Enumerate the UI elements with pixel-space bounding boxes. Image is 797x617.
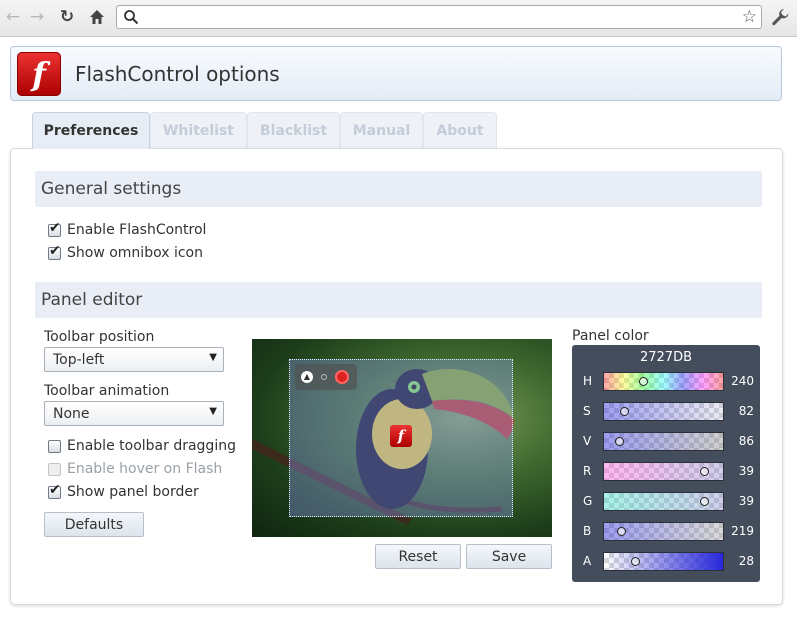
- back-arrow-icon[interactable]: ←: [2, 6, 24, 28]
- slider-handle[interactable]: [616, 527, 626, 536]
- block-icon[interactable]: [335, 370, 349, 384]
- save-button[interactable]: Save: [466, 544, 552, 569]
- slider-handle[interactable]: [699, 497, 709, 506]
- channel-label: S: [583, 404, 591, 418]
- color-channel-s: S 82: [572, 402, 760, 422]
- color-hex-value: 2727DB: [639, 350, 692, 365]
- enable-toolbar-dragging-label: Enable toolbar dragging: [67, 438, 236, 454]
- channel-value: 219: [731, 524, 754, 538]
- channel-label: R: [583, 464, 592, 478]
- enable-flashcontrol-option[interactable]: Enable FlashControl: [48, 220, 207, 238]
- show-panel-border-checkbox[interactable]: [48, 482, 61, 499]
- channel-slider-s[interactable]: [603, 402, 724, 421]
- show-omnibox-icon-checkbox[interactable]: [48, 243, 61, 260]
- show-omnibox-icon-option[interactable]: Show omnibox icon: [48, 243, 203, 261]
- slider-handle[interactable]: [699, 467, 709, 476]
- defaults-button[interactable]: Defaults: [44, 512, 144, 537]
- slider-handle[interactable]: [639, 377, 649, 386]
- channel-value: 240: [731, 374, 754, 388]
- tab-blacklist[interactable]: Blacklist: [247, 112, 340, 148]
- panel-color-label: Panel color: [572, 328, 649, 344]
- tab-whitelist[interactable]: Whitelist: [150, 112, 247, 148]
- toolbar-animation-select[interactable]: None ▼: [44, 401, 224, 426]
- toolbar-position-label: Toolbar position: [44, 329, 155, 345]
- eject-icon[interactable]: ▲: [301, 371, 313, 383]
- channel-label: A: [583, 554, 592, 568]
- channel-value: 39: [738, 464, 754, 478]
- channel-value: 86: [738, 434, 754, 448]
- toolbar-animation-value: None: [53, 405, 90, 422]
- color-channel-b: B 219: [572, 522, 760, 542]
- slider-handle[interactable]: [630, 557, 640, 566]
- channel-label: G: [583, 494, 593, 508]
- tab-manual[interactable]: Manual: [340, 112, 423, 148]
- panel-preview: ▲ f: [252, 339, 552, 537]
- flash-toolbar[interactable]: ▲: [295, 364, 357, 390]
- channel-slider-b[interactable]: [603, 522, 724, 541]
- show-panel-border-label: Show panel border: [67, 484, 199, 500]
- color-channel-r: R 39: [572, 462, 760, 482]
- color-picker: 2727DB H 240 S 82 V 86 R 39 G 39 B 219 A 28: [572, 345, 760, 582]
- show-omnibox-icon-label: Show omnibox icon: [67, 245, 203, 261]
- slider-handle[interactable]: [620, 407, 630, 416]
- channel-value: 39: [738, 494, 754, 508]
- channel-label: V: [583, 434, 592, 448]
- channel-label: B: [583, 524, 592, 538]
- home-icon[interactable]: [86, 6, 108, 28]
- color-channel-h: H 240: [572, 372, 760, 392]
- caret-down-icon: ▼: [209, 352, 217, 363]
- slider-handle[interactable]: [615, 437, 625, 446]
- reset-button[interactable]: Reset: [375, 544, 461, 569]
- dot-icon: [321, 374, 327, 380]
- toolbar-animation-label: Toolbar animation: [44, 383, 170, 399]
- channel-label: H: [583, 374, 593, 388]
- panel-editor-heading: Panel editor: [35, 282, 762, 318]
- channel-slider-g[interactable]: [603, 492, 724, 511]
- color-channel-a: A 28: [572, 552, 760, 572]
- enable-toolbar-dragging-option[interactable]: Enable toolbar dragging: [48, 438, 236, 454]
- star-icon[interactable]: ☆: [742, 7, 757, 27]
- channel-slider-r[interactable]: [603, 462, 724, 481]
- show-panel-border-option[interactable]: Show panel border: [48, 482, 199, 500]
- browser-toolbar: ← → ↻ ☆: [0, 0, 797, 37]
- preferences-panel: General settings Enable FlashControl Sho…: [10, 148, 783, 605]
- options-header: f FlashControl options: [10, 46, 782, 101]
- page-title: FlashControl options: [75, 62, 280, 86]
- omnibox[interactable]: ☆: [116, 5, 762, 29]
- tab-about[interactable]: About: [423, 112, 497, 148]
- channel-value: 28: [738, 554, 754, 568]
- channel-slider-v[interactable]: [603, 432, 724, 451]
- wrench-icon[interactable]: [769, 6, 791, 28]
- forward-arrow-icon[interactable]: →: [26, 6, 48, 28]
- toolbar-position-select[interactable]: Top-left ▼: [44, 347, 224, 372]
- enable-hover-on-flash-checkbox: [48, 462, 61, 476]
- enable-flashcontrol-label: Enable FlashControl: [67, 222, 207, 238]
- channel-slider-a[interactable]: [603, 552, 724, 571]
- flash-placeholder-icon: f: [390, 425, 412, 447]
- enable-flashcontrol-checkbox[interactable]: [48, 220, 61, 237]
- enable-toolbar-dragging-checkbox[interactable]: [48, 439, 61, 453]
- channel-slider-h[interactable]: [603, 372, 724, 391]
- toolbar-position-value: Top-left: [53, 351, 105, 368]
- search-icon: [124, 10, 139, 25]
- color-channel-v: V 86: [572, 432, 760, 452]
- omnibox-input[interactable]: [145, 8, 729, 28]
- caret-down-icon: ▼: [209, 406, 217, 417]
- tab-preferences[interactable]: Preferences: [32, 112, 150, 149]
- enable-hover-on-flash-label: Enable hover on Flash: [67, 461, 223, 477]
- color-channel-g: G 39: [572, 492, 760, 512]
- channel-value: 82: [738, 404, 754, 418]
- flash-panel-overlay: ▲ f: [289, 359, 513, 517]
- enable-hover-on-flash-option: Enable hover on Flash: [48, 461, 222, 477]
- flash-logo-icon: f: [17, 52, 61, 96]
- reload-icon[interactable]: ↻: [56, 6, 78, 28]
- general-settings-heading: General settings: [35, 171, 762, 207]
